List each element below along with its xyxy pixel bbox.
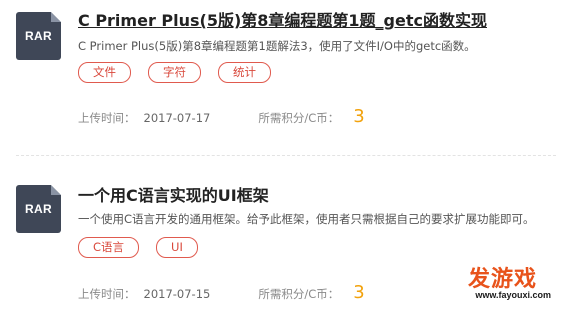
tag[interactable]: C语言 (78, 237, 140, 258)
resource-meta: 上传时间： 2017-07-17 所需积分/C币： 3 (78, 106, 365, 127)
site-watermark: 发游戏 www.fayouxi.com (425, 261, 555, 306)
resource-description: C Primer Plus(5版)第8章编程题第1题解法3，使用了文件I/O中的… (78, 39, 476, 53)
tag[interactable]: 文件 (78, 62, 131, 83)
resource-item: RAR C Primer Plus(5版)第8章编程题第1题_getc函数实现 … (0, 0, 565, 150)
points-label: 所需积分/C币： (258, 287, 340, 301)
item-divider (16, 155, 556, 156)
points-value: 3 (353, 106, 365, 127)
upload-time-label: 上传时间： (78, 111, 136, 125)
tag[interactable]: 统计 (218, 62, 271, 83)
tag-list: C语言 UI (78, 237, 198, 258)
rar-file-icon[interactable]: RAR (16, 12, 61, 60)
watermark-logo-text: 发游戏 (467, 267, 537, 292)
upload-time-label: 上传时间： (78, 287, 136, 301)
resource-title[interactable]: C Primer Plus(5版)第8章编程题第1题_getc函数实现 (78, 7, 487, 31)
rar-file-icon[interactable]: RAR (16, 185, 61, 233)
upload-date: 2017-07-17 (143, 111, 211, 125)
tag[interactable]: UI (156, 237, 198, 258)
points-value: 3 (353, 282, 365, 303)
resource-meta: 上传时间： 2017-07-15 所需积分/C币： 3 (78, 282, 365, 303)
points-label: 所需积分/C币： (258, 111, 340, 125)
resource-description: 一个使用C语言开发的通用框架。给予此框架，使用者只需根据自己的要求扩展功能即可。 (78, 212, 535, 226)
upload-date: 2017-07-15 (143, 287, 211, 301)
tag[interactable]: 字符 (148, 62, 201, 83)
watermark-url: www.fayouxi.com (475, 290, 551, 300)
tag-list: 文件 字符 统计 (78, 62, 271, 83)
resource-title[interactable]: 一个用C语言实现的UI框架 (78, 182, 269, 206)
